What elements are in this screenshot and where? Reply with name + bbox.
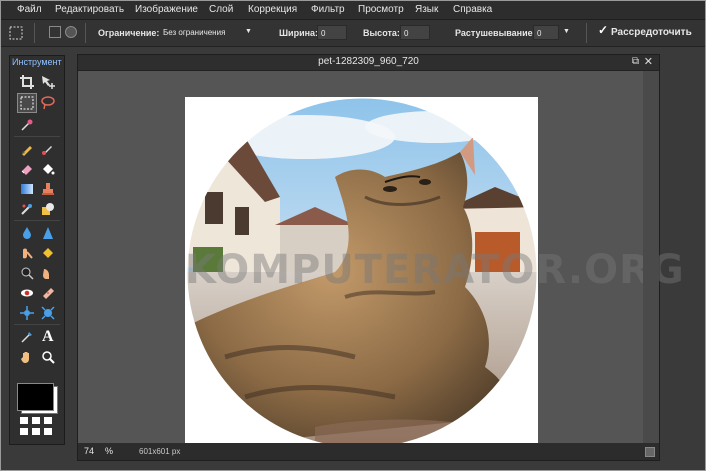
menu-language[interactable]: Язык bbox=[415, 4, 438, 15]
chevron-down-icon[interactable]: ▼ bbox=[563, 28, 570, 35]
antialias-checkbox[interactable]: ✓ bbox=[598, 23, 608, 37]
toolbox-title: Инструмент bbox=[12, 57, 62, 67]
menu-file[interactable]: Файл bbox=[17, 4, 42, 15]
spot-heal-icon[interactable] bbox=[39, 284, 57, 301]
move-icon[interactable] bbox=[39, 73, 57, 90]
zoom-unit: % bbox=[105, 446, 114, 456]
screen-mode-icon[interactable] bbox=[20, 417, 56, 437]
width-input[interactable]: 0 bbox=[317, 25, 347, 40]
sharpen-icon[interactable] bbox=[39, 224, 57, 241]
ellipse-select-mode-button[interactable] bbox=[65, 26, 77, 38]
bloat-icon[interactable] bbox=[18, 304, 36, 321]
menu-bar: Файл Редактировать Изображение Слой Корр… bbox=[1, 1, 705, 20]
gradient-icon[interactable] bbox=[18, 180, 36, 197]
options-bar: Ограничение: Без ограничения ▼ Ширина: 0… bbox=[1, 20, 705, 47]
vertical-scrollbar[interactable] bbox=[643, 71, 659, 443]
drawing-shapes-icon[interactable] bbox=[39, 200, 57, 217]
chevron-down-icon[interactable]: ▼ bbox=[245, 28, 252, 35]
separator bbox=[14, 220, 60, 221]
rect-select-mode-button[interactable] bbox=[49, 26, 61, 38]
pencil-icon[interactable] bbox=[18, 140, 36, 157]
hand-icon[interactable] bbox=[18, 348, 36, 365]
marquee-tool-indicator-icon bbox=[6, 23, 26, 43]
document-titlebar[interactable]: pet-1282309_960_720 ⧉ ✕ bbox=[78, 55, 659, 71]
canvas-area[interactable]: KOMPUTERATOR.ORG bbox=[78, 71, 684, 449]
eraser-icon[interactable] bbox=[18, 160, 36, 177]
menu-edit[interactable]: Редактировать bbox=[55, 4, 124, 15]
burn-icon[interactable] bbox=[39, 264, 57, 281]
separator bbox=[14, 136, 60, 137]
sponge-icon[interactable] bbox=[39, 244, 57, 261]
magic-wand-icon[interactable] bbox=[18, 116, 36, 133]
menu-layer[interactable]: Слой bbox=[209, 4, 233, 15]
lasso-icon[interactable] bbox=[39, 94, 57, 111]
type-icon[interactable]: A bbox=[39, 326, 57, 343]
marquee-icon[interactable] bbox=[17, 93, 37, 113]
separator bbox=[85, 23, 86, 43]
antialias-label: Рассредоточить bbox=[611, 27, 692, 38]
separator bbox=[586, 23, 587, 43]
foreground-color-swatch[interactable] bbox=[17, 383, 54, 411]
clone-stamp-icon[interactable] bbox=[39, 180, 57, 197]
blur-icon[interactable] bbox=[18, 224, 36, 241]
constraint-select[interactable]: Без ограничения bbox=[163, 25, 255, 40]
height-label: Высота: bbox=[363, 28, 400, 38]
document-window: pet-1282309_960_720 ⧉ ✕ KOMPUTERATOR.ORG… bbox=[77, 54, 684, 461]
color-replace-icon[interactable] bbox=[18, 200, 36, 217]
zoom-value[interactable]: 74 bbox=[84, 446, 94, 456]
dodge-icon[interactable] bbox=[18, 264, 36, 281]
image-canvas[interactable]: KOMPUTERATOR.ORG bbox=[185, 97, 685, 449]
close-icon[interactable]: ✕ bbox=[644, 55, 653, 68]
menu-view[interactable]: Просмотр bbox=[358, 4, 404, 15]
resize-grip-icon[interactable] bbox=[645, 447, 655, 457]
menu-adjustments[interactable]: Коррекция bbox=[248, 4, 297, 15]
paint-bucket-icon[interactable] bbox=[39, 160, 57, 177]
feather-label: Растушевывание: bbox=[455, 28, 536, 38]
restore-window-icon[interactable]: ⧉ bbox=[632, 56, 639, 67]
crop-icon[interactable] bbox=[18, 73, 36, 90]
red-eye-icon[interactable] bbox=[18, 284, 36, 301]
pinch-icon[interactable] bbox=[39, 304, 57, 321]
separator bbox=[34, 23, 35, 43]
watermark-text: KOMPUTERATOR.ORG bbox=[185, 247, 685, 293]
width-label: Ширина: bbox=[279, 28, 319, 38]
image-dimensions: 601x601 px bbox=[139, 447, 181, 456]
height-input[interactable]: 0 bbox=[400, 25, 430, 40]
feather-input[interactable]: 0 bbox=[533, 25, 559, 40]
color-picker-icon[interactable] bbox=[18, 328, 36, 345]
zoom-icon[interactable] bbox=[39, 348, 57, 365]
brush-icon[interactable] bbox=[39, 140, 57, 157]
menu-image[interactable]: Изображение bbox=[135, 4, 198, 15]
svg-text:A: A bbox=[42, 328, 54, 343]
separator bbox=[14, 324, 60, 325]
document-title: pet-1282309_960_720 bbox=[318, 56, 419, 67]
smudge-icon[interactable] bbox=[18, 244, 36, 261]
document-statusbar: 74 % 601x601 px bbox=[78, 443, 659, 460]
menu-filter[interactable]: Фильтр bbox=[311, 4, 345, 15]
app-window: Файл Редактировать Изображение Слой Корр… bbox=[0, 0, 706, 471]
menu-help[interactable]: Справка bbox=[453, 4, 492, 15]
constraint-label: Ограничение: bbox=[98, 28, 160, 38]
toolbox-panel: Инструмент A bbox=[9, 55, 65, 445]
